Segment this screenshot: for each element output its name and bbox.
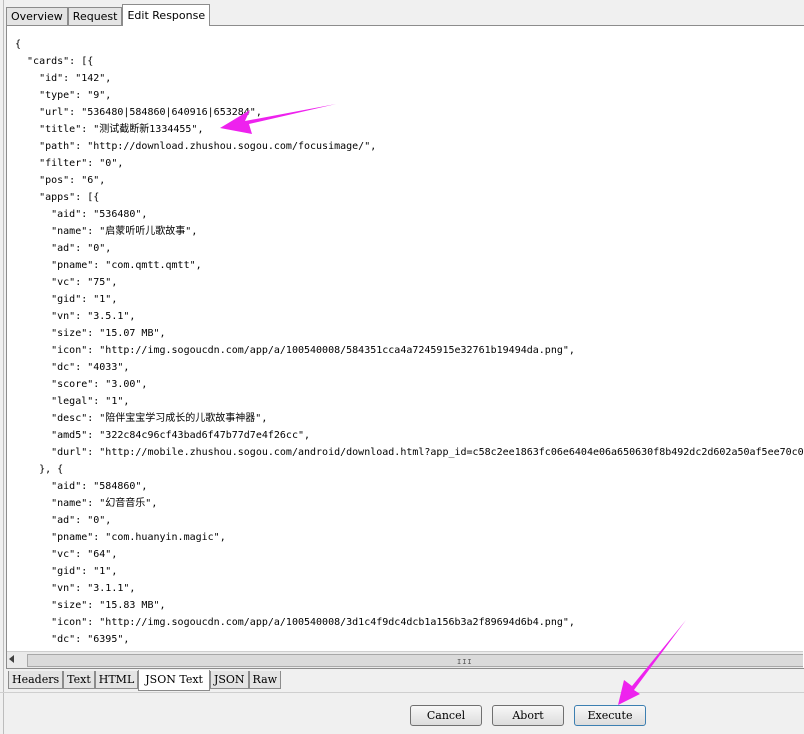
tab-headers[interactable]: Headers xyxy=(8,671,64,689)
json-line: "durl": "http://mobile.zhushou.sogou.com… xyxy=(15,447,804,458)
json-text-editor[interactable]: { "cards": [{ "id": "142", "type": "9", … xyxy=(15,36,804,664)
window-left-edge xyxy=(3,0,4,734)
json-line: "dc": "6395", xyxy=(15,634,130,645)
json-line: "vn": "3.1.1", xyxy=(15,583,136,594)
abort-button[interactable]: Abort xyxy=(492,705,564,726)
bottom-tab-strip: Headers Text HTML JSON Text JSON Raw xyxy=(8,670,282,691)
tab-text[interactable]: Text xyxy=(63,671,95,689)
json-line: "type": "9", xyxy=(15,90,112,101)
json-line: "dc": "4033", xyxy=(15,362,130,373)
json-line: "desc": "陪伴宝宝学习成长的儿歌故事神器", xyxy=(15,413,268,424)
footer-divider xyxy=(0,692,804,693)
tab-html[interactable]: HTML xyxy=(94,671,139,689)
tab-json-text[interactable]: JSON Text xyxy=(138,670,210,691)
tab-overview[interactable]: Overview xyxy=(6,7,68,26)
json-line: "id": "142", xyxy=(15,73,112,84)
json-line: "size": "15.07 MB", xyxy=(15,328,166,339)
execute-button[interactable]: Execute xyxy=(574,705,646,726)
json-line: "filter": "0", xyxy=(15,158,124,169)
scrollbar-thumb[interactable]: III xyxy=(27,654,803,667)
json-line: "score": "3.00", xyxy=(15,379,148,390)
json-line: "ad": "0", xyxy=(15,243,112,254)
json-line: "vc": "64", xyxy=(15,549,118,560)
json-line: "gid": "1", xyxy=(15,566,118,577)
tab-edit-response[interactable]: Edit Response xyxy=(122,4,211,26)
tab-json[interactable]: JSON xyxy=(209,671,249,689)
cancel-button[interactable]: Cancel xyxy=(410,705,482,726)
json-line: "gid": "1", xyxy=(15,294,118,305)
json-line: "name": "启蒙听听儿歌故事", xyxy=(15,226,198,237)
json-line: "size": "15.83 MB", xyxy=(15,600,166,611)
json-line: "pos": "6", xyxy=(15,175,106,186)
json-line: "legal": "1", xyxy=(15,396,130,407)
json-line: "url": "536480|584860|640916|653284", xyxy=(15,107,262,118)
json-line: "icon": "http://img.sogoucdn.com/app/a/1… xyxy=(15,617,575,628)
tab-raw[interactable]: Raw xyxy=(248,671,282,689)
json-line: "ad": "0", xyxy=(15,515,112,526)
json-line: "apps": [{ xyxy=(15,192,100,203)
json-line: { xyxy=(15,39,22,50)
json-line: "pname": "com.qmtt.qmtt", xyxy=(15,260,202,271)
json-line: "icon": "http://img.sogoucdn.com/app/a/1… xyxy=(15,345,575,356)
json-line: "name": "幻音音乐", xyxy=(15,498,158,509)
json-line: }, { xyxy=(15,464,64,475)
scroll-left-arrow-icon[interactable] xyxy=(9,655,14,663)
json-line: "vn": "3.5.1", xyxy=(15,311,136,322)
horizontal-scrollbar[interactable]: III xyxy=(7,651,803,668)
tab-request[interactable]: Request xyxy=(67,7,123,26)
json-line: "vc": "75", xyxy=(15,277,118,288)
json-line: "path": "http://download.zhushou.sogou.c… xyxy=(15,141,377,152)
json-line: "amd5": "322c84c96cf43bad6f47b77d7e4f26c… xyxy=(15,430,311,441)
top-tab-strip: Overview Request Edit Response xyxy=(6,4,211,26)
json-line: "aid": "536480", xyxy=(15,209,148,220)
json-line: "aid": "584860", xyxy=(15,481,148,492)
json-line: "cards": [{ xyxy=(15,56,94,67)
response-editor-panel: { "cards": [{ "id": "142", "type": "9", … xyxy=(6,25,804,669)
scrollbar-grip-icon: III xyxy=(457,658,473,666)
json-line: "title": "测试截断新1334455", xyxy=(15,124,204,135)
json-line: "pname": "com.huanyin.magic", xyxy=(15,532,226,543)
